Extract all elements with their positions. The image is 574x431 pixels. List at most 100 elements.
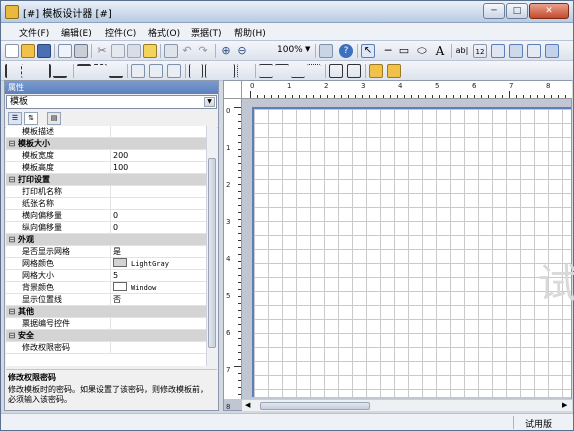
line-icon[interactable]: ─ xyxy=(381,44,395,58)
collapse-icon[interactable]: ⊟ xyxy=(6,234,18,245)
grid-icon[interactable] xyxy=(509,44,523,58)
help-icon[interactable]: ? xyxy=(339,44,353,58)
property-row[interactable]: 模板宽度 200 xyxy=(6,150,206,162)
h-spacing-remove-icon[interactable] xyxy=(237,64,251,78)
menu-file[interactable]: 文件(F) xyxy=(19,26,49,39)
property-row[interactable]: 是否显示网格 是 xyxy=(6,246,206,258)
cut-icon[interactable]: ✂ xyxy=(95,44,109,58)
property-row[interactable]: 纸张名称 xyxy=(6,198,206,210)
close-icon[interactable]: ✕ xyxy=(529,3,569,19)
v-spacing-remove-icon[interactable] xyxy=(307,64,321,78)
property-value[interactable]: 否 xyxy=(110,294,206,305)
new-icon[interactable] xyxy=(5,44,19,58)
v-spacing-decrease-icon[interactable] xyxy=(291,64,305,78)
table-icon[interactable] xyxy=(491,44,505,58)
collapse-icon[interactable]: ⊟ xyxy=(6,330,18,341)
collapse-icon[interactable]: ⊟ xyxy=(6,138,18,149)
property-row[interactable]: 背景颜色 Window xyxy=(6,282,206,294)
h-spacing-increase-icon[interactable] xyxy=(205,64,219,78)
same-width-icon[interactable] xyxy=(131,64,145,78)
scroll-right-icon[interactable]: ▶ xyxy=(562,401,567,409)
h-spacing-equal-icon[interactable] xyxy=(189,64,203,78)
property-row[interactable]: 网格颜色 LightGray xyxy=(6,258,206,270)
property-row[interactable]: 模板描述 xyxy=(6,126,206,138)
select-icon[interactable]: ↖ xyxy=(361,44,375,58)
print-icon[interactable] xyxy=(74,44,88,58)
image-icon[interactable] xyxy=(527,44,541,58)
send-to-back-icon[interactable] xyxy=(387,64,401,78)
center-vertical-icon[interactable] xyxy=(347,64,361,78)
align-top-icon[interactable] xyxy=(77,64,91,78)
scrollbar-thumb[interactable] xyxy=(208,158,216,348)
minimize-icon[interactable]: ─ xyxy=(483,3,505,19)
chevron-down-icon[interactable]: ▼ xyxy=(204,97,215,107)
zoom-out-icon[interactable]: ⊖ xyxy=(235,44,249,58)
menu-format[interactable]: 格式(O) xyxy=(148,26,180,39)
alphabetical-icon[interactable]: ⇅ xyxy=(24,112,38,125)
property-row[interactable]: 显示位置线 否 xyxy=(6,294,206,306)
property-value[interactable]: 是 xyxy=(110,246,206,257)
format-painter-icon[interactable] xyxy=(143,44,157,58)
align-right-icon[interactable] xyxy=(37,64,51,78)
v-spacing-equal-icon[interactable] xyxy=(259,64,273,78)
chevron-down-icon[interactable]: ▼ xyxy=(305,45,310,53)
property-row[interactable]: 打印机名称 xyxy=(6,186,206,198)
scroll-left-icon[interactable]: ◀ xyxy=(245,401,250,409)
menu-ticket[interactable]: 票据(T) xyxy=(191,26,222,39)
ellipse-icon[interactable]: ⬭ xyxy=(415,44,429,58)
title-bar[interactable]: [#] 模板设计器 [#] ─ □ ✕ xyxy=(1,1,573,23)
property-row[interactable]: 横向偏移量 0 xyxy=(6,210,206,222)
property-category[interactable]: ⊟ 安全 xyxy=(6,330,206,342)
center-horizontal-icon[interactable] xyxy=(329,64,343,78)
maximize-icon[interactable]: □ xyxy=(506,3,528,19)
property-row[interactable]: 票据编号控件 xyxy=(6,318,206,330)
menu-help[interactable]: 帮助(H) xyxy=(234,26,266,39)
align-bottom-icon[interactable] xyxy=(109,64,123,78)
property-value[interactable]: 100 xyxy=(110,162,206,173)
textbox-icon[interactable]: ab| xyxy=(455,44,469,58)
property-value[interactable] xyxy=(110,318,206,329)
redo-icon[interactable]: ↷ xyxy=(196,44,210,58)
rectangle-icon[interactable]: ▭ xyxy=(397,44,411,58)
property-row[interactable]: 修改权限密码 xyxy=(6,342,206,354)
property-value[interactable] xyxy=(110,342,206,353)
property-category[interactable]: ⊟ 模板大小 xyxy=(6,138,206,150)
zoom-in-icon[interactable]: ⊕ xyxy=(219,44,233,58)
property-pages-icon[interactable]: ▤ xyxy=(47,112,61,125)
property-value[interactable]: 200 xyxy=(110,150,206,161)
align-baseline-icon[interactable] xyxy=(53,64,67,78)
v-spacing-increase-icon[interactable] xyxy=(275,64,289,78)
menu-controls[interactable]: 控件(C) xyxy=(105,26,136,39)
copy-icon[interactable] xyxy=(111,44,125,58)
zoom-level[interactable]: 100% xyxy=(277,45,303,55)
paste-icon[interactable] xyxy=(127,44,141,58)
save-icon[interactable] xyxy=(37,44,51,58)
collapse-icon[interactable]: ⊟ xyxy=(6,306,18,317)
align-center-icon[interactable] xyxy=(21,64,35,78)
property-category[interactable]: ⊟ 外观 xyxy=(6,234,206,246)
h-spacing-decrease-icon[interactable] xyxy=(221,64,235,78)
align-left-icon[interactable] xyxy=(5,64,19,78)
property-value[interactable]: 5 xyxy=(110,270,206,281)
pointer-icon[interactable] xyxy=(319,44,333,58)
categorized-icon[interactable]: ☰ xyxy=(8,112,22,125)
number-icon[interactable]: 12 xyxy=(473,44,487,58)
scrollbar-thumb[interactable] xyxy=(260,402,370,410)
property-value[interactable]: LightGray xyxy=(110,258,206,269)
undo-icon[interactable]: ↶ xyxy=(180,44,194,58)
property-row[interactable]: 纵向偏移量 0 xyxy=(6,222,206,234)
same-size-icon[interactable] xyxy=(167,64,181,78)
object-selector[interactable]: 模板 ▼ xyxy=(6,95,217,109)
horizontal-scrollbar[interactable]: ◀ ▶ xyxy=(242,399,572,411)
menu-edit[interactable]: 编辑(E) xyxy=(61,26,92,39)
property-value[interactable]: Window xyxy=(110,282,206,293)
collapse-icon[interactable]: ⊟ xyxy=(6,174,18,185)
property-value[interactable]: 0 xyxy=(110,210,206,221)
property-category[interactable]: ⊟ 打印设置 xyxy=(6,174,206,186)
same-height-icon[interactable] xyxy=(149,64,163,78)
property-row[interactable]: 模板高度 100 xyxy=(6,162,206,174)
property-value[interactable]: 0 xyxy=(110,222,206,233)
property-scrollbar[interactable] xyxy=(206,126,217,366)
align-middle-icon[interactable] xyxy=(93,64,107,78)
property-value[interactable] xyxy=(110,198,206,209)
